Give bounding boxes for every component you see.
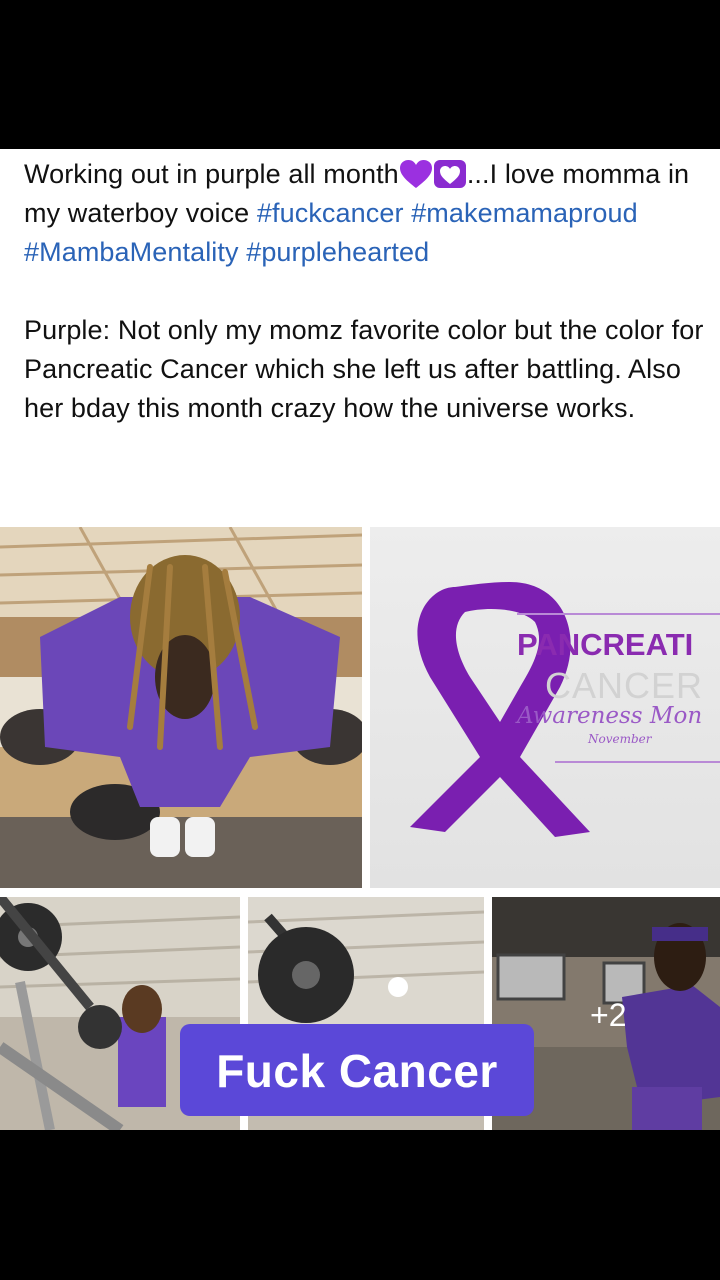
divider-line bbox=[555, 761, 720, 763]
caption-paragraph-2: Purple: Not only my momz favorite color … bbox=[24, 315, 704, 423]
hashtag-link[interactable]: #makemamaproud bbox=[411, 198, 638, 228]
post-body: Working out in purple all month ...I love… bbox=[0, 149, 720, 527]
hashtag-link[interactable]: #purplehearted bbox=[246, 237, 429, 267]
hashtag-link[interactable]: #fuckcancer bbox=[257, 198, 404, 228]
purple-heart-icon bbox=[399, 159, 433, 189]
divider-line bbox=[517, 613, 720, 615]
photo-awareness-graphic[interactable]: PANCREATI CANCER Awareness Mon November bbox=[370, 527, 720, 888]
post-caption: Working out in purple all month ...I love… bbox=[24, 155, 704, 428]
caption-text-1: Working out in purple all month bbox=[24, 159, 399, 189]
awareness-subtitle: CANCER bbox=[545, 665, 704, 706]
awareness-title: PANCREATI bbox=[517, 627, 694, 662]
awareness-month: November bbox=[588, 732, 652, 746]
more-photos-count: +2 bbox=[590, 997, 627, 1033]
hashtag-link[interactable]: #MambaMentality bbox=[24, 237, 239, 267]
bottom-black-bar bbox=[0, 1130, 720, 1280]
top-black-bar bbox=[0, 0, 720, 149]
fuck-cancer-sticker: Fuck Cancer bbox=[180, 1024, 534, 1116]
heart-with-ribbon-icon bbox=[433, 159, 467, 189]
awareness-script-text: Awareness Mon bbox=[517, 703, 703, 729]
photo-pushup[interactable] bbox=[0, 527, 362, 888]
caption-paragraph-1: Working out in purple all month ...I love… bbox=[24, 155, 704, 272]
